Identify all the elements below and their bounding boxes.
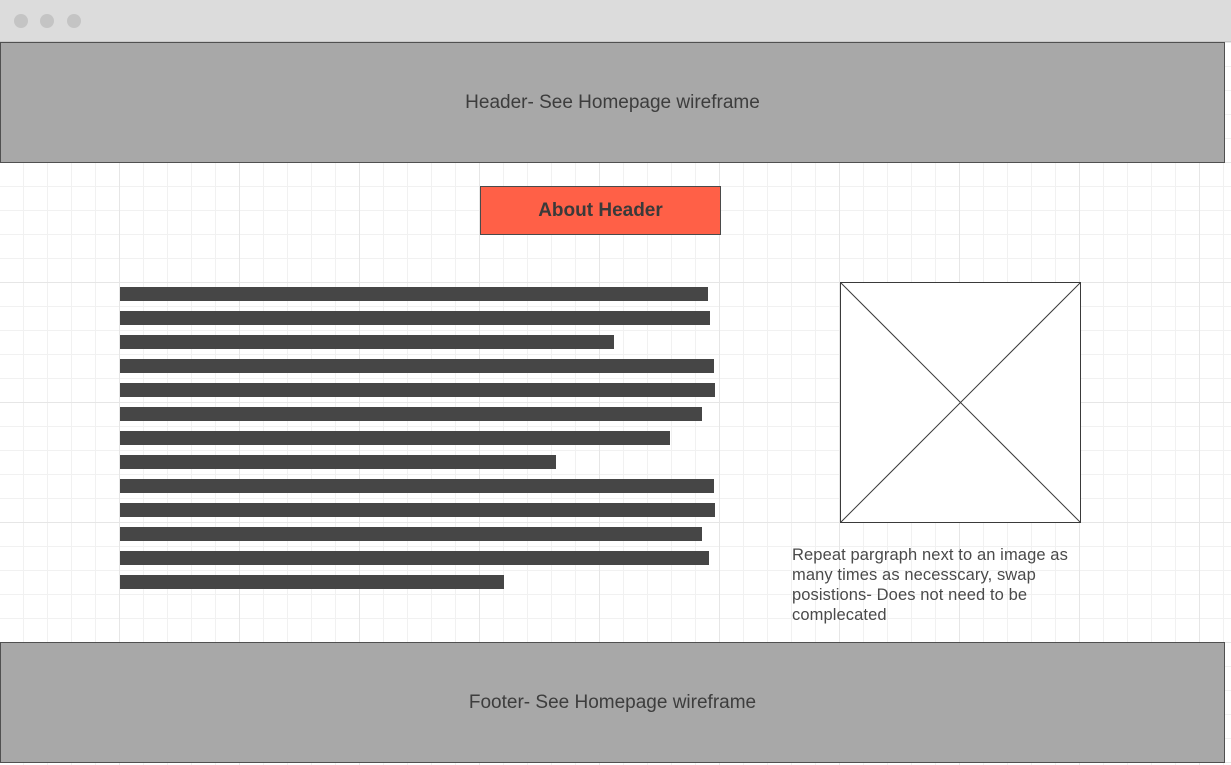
text-line-placeholder xyxy=(120,359,714,373)
close-window-button[interactable] xyxy=(14,14,28,28)
image-placeholder-icon xyxy=(840,282,1081,523)
footer-placeholder: Footer- See Homepage wireframe xyxy=(0,642,1225,763)
footer-label: Footer- See Homepage wireframe xyxy=(468,691,757,713)
text-line-placeholder xyxy=(120,551,710,565)
caption-text: Repeat pargraph next to an image as many… xyxy=(792,546,1068,624)
text-line-placeholder xyxy=(120,287,708,301)
text-line-placeholder xyxy=(120,503,716,517)
text-line-placeholder xyxy=(120,407,702,421)
text-line-placeholder xyxy=(120,431,671,445)
text-line-placeholder xyxy=(120,335,614,349)
text-line-placeholder xyxy=(120,311,710,325)
text-line-placeholder xyxy=(120,527,702,541)
text-line-placeholder xyxy=(120,455,557,469)
title-bar xyxy=(0,0,1231,42)
header-placeholder: Header- See Homepage wireframe xyxy=(0,42,1225,163)
text-line-placeholder xyxy=(120,575,504,589)
about-header-block: About Header xyxy=(480,186,721,235)
minimize-window-button[interactable] xyxy=(40,14,54,28)
app-window: Header- See Homepage wireframe About Hea… xyxy=(0,0,1231,765)
maximize-window-button[interactable] xyxy=(67,14,81,28)
about-header-title: About Header xyxy=(538,199,663,221)
text-line-placeholder xyxy=(120,383,716,397)
paragraph-placeholder xyxy=(120,287,720,599)
header-label: Header- See Homepage wireframe xyxy=(465,91,760,113)
text-line-placeholder xyxy=(120,479,714,493)
